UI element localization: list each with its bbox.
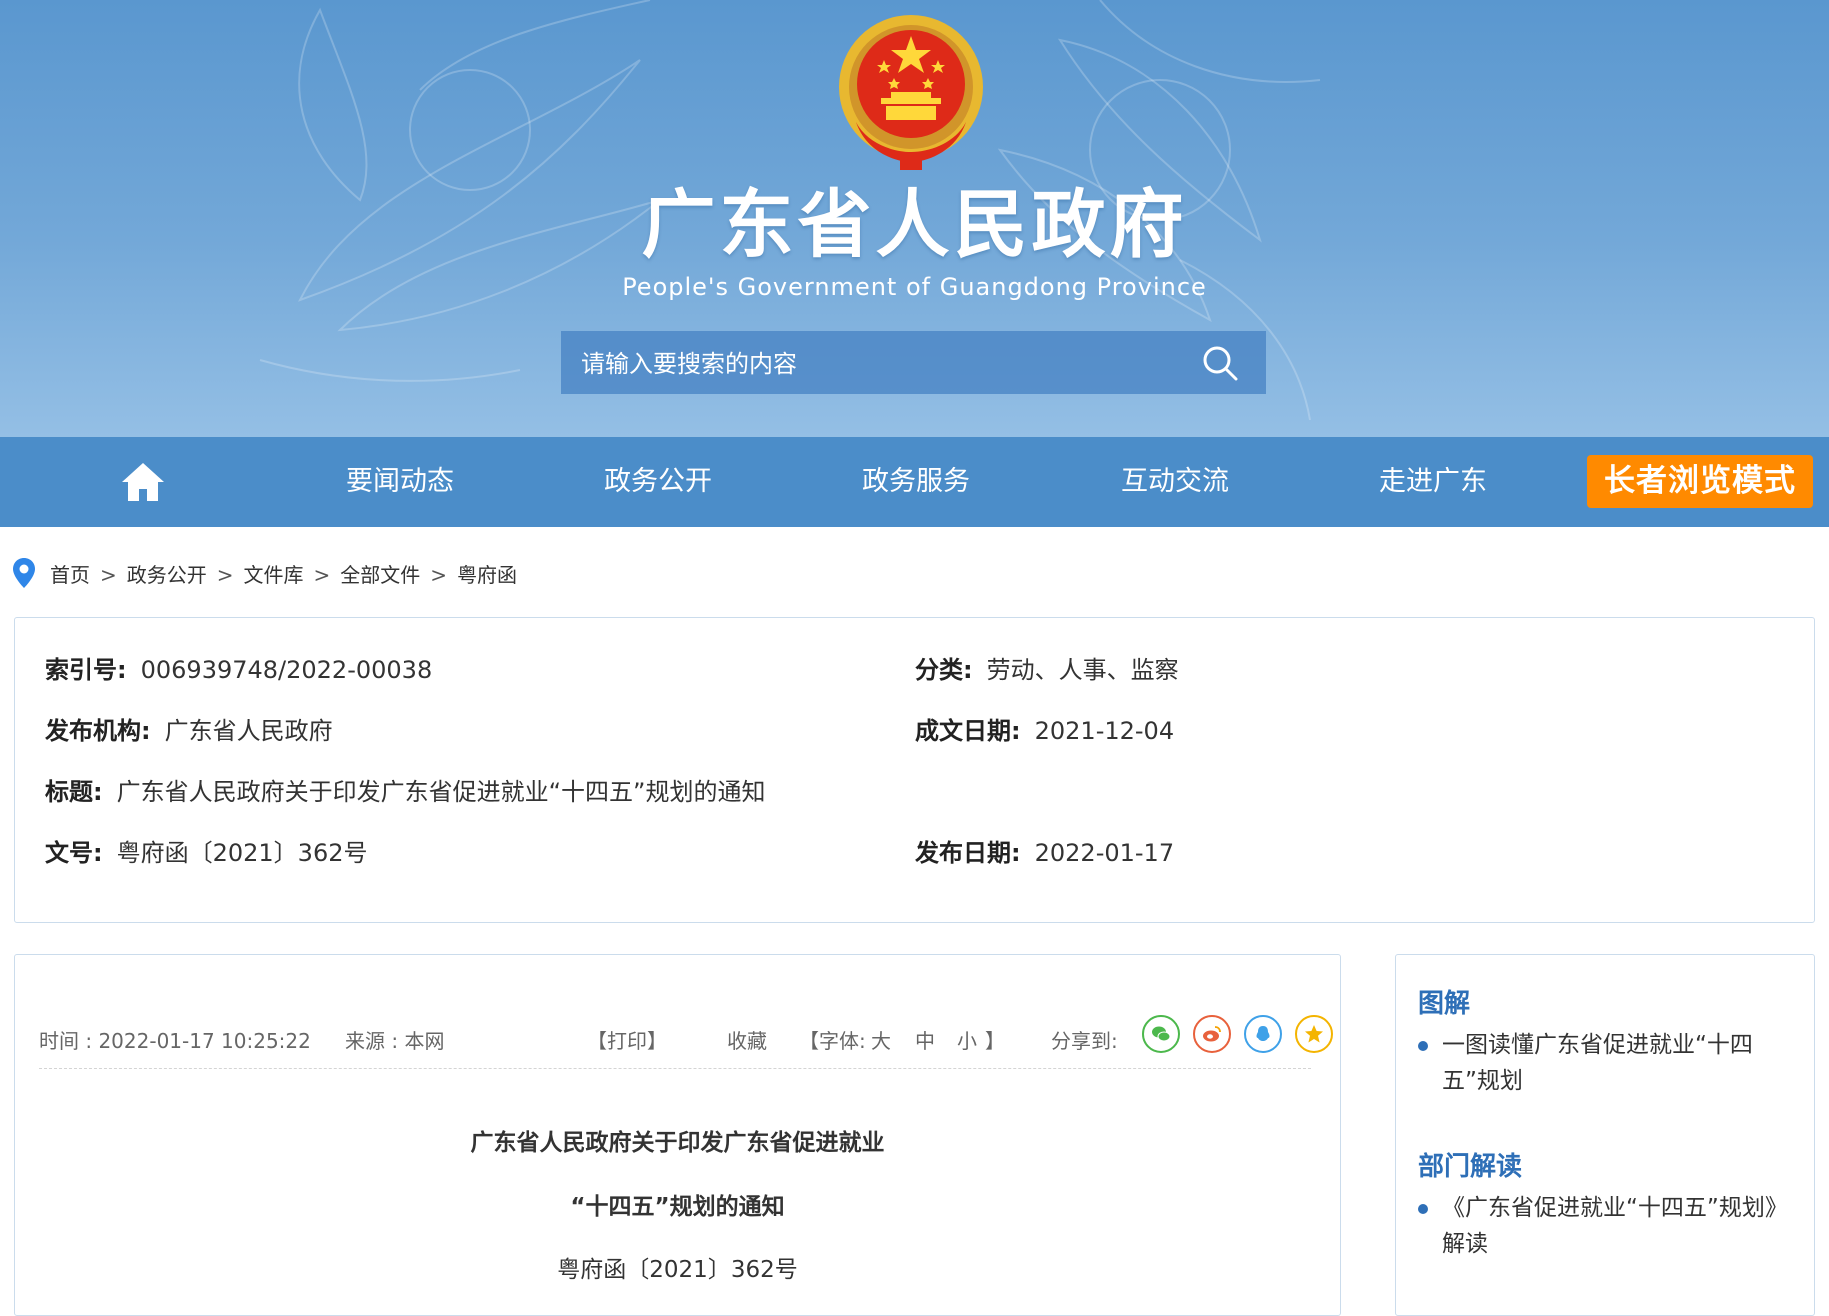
share-label: 分享到: [1051,1029,1118,1053]
nav-item-about[interactable]: 走进广东 [1333,437,1533,527]
sidebar-section-infographic: 图解 [1418,989,1471,1019]
share-weibo-button[interactable] [1193,1015,1231,1053]
nav-item-gov-affairs[interactable]: 政务公开 [558,437,758,527]
meta-written-date: 成文日期: 2021-12-04 [915,717,1175,745]
meta-publish-date: 发布日期: 2022-01-17 [915,839,1175,867]
font-medium-button[interactable]: 中 [915,1025,935,1054]
related-sidebar: 图解 一图读懂广东省促进就业“十四五”规划 部门解读 《广东省促进就业“十四五”… [1395,954,1815,1316]
toolbar-divider [39,1068,1311,1069]
breadcrumb-gov-affairs[interactable]: 政务公开 [127,563,207,587]
nav-item-services[interactable]: 政务服务 [816,437,1016,527]
sidebar-section-interpretation: 部门解读 [1418,1152,1523,1182]
sidebar-link-interpretation[interactable]: 《广东省促进就业“十四五”规划》解读 [1418,1190,1798,1262]
breadcrumb-all-docs[interactable]: 全部文件 [340,563,420,587]
article-toolbar: 时间 : 2022-01-17 10:25:22 来源 : 本网 【打印】 收藏… [39,1015,1333,1059]
print-button[interactable]: 【打印】 [587,1025,667,1054]
favorite-button[interactable]: 收藏 [727,1025,767,1054]
source: 来源 : 本网 [345,1029,445,1053]
nav-item-news[interactable]: 要闻动态 [300,437,500,527]
meta-doc-number: 文号: 粤府函〔2021〕362号 [45,839,368,867]
share-qq-button[interactable] [1244,1015,1282,1053]
elder-mode-button[interactable]: 长者浏览模式 [1587,455,1813,508]
document-metadata: 索引号: 006939748/2022-00038 分类: 劳动、人事、监察 发布机… [14,617,1815,923]
meta-index: 索引号: 006939748/2022-00038 [45,656,433,684]
font-size-end: 】 [985,1029,1005,1053]
wechat-icon [1152,1026,1171,1042]
header-banner: 广东省人民政府 People's Government of Guangdong… [0,0,1829,437]
national-emblem-icon [839,15,983,170]
site-title: 广东省人民政府 [641,182,1188,268]
sidebar-link-infographic[interactable]: 一图读懂广东省促进就业“十四五”规划 [1418,1027,1798,1099]
nav-item-interaction[interactable]: 互动交流 [1075,437,1275,527]
share-wechat-button[interactable] [1142,1015,1180,1053]
article-title-line1: 广东省人民政府关于印发广东省促进就业 [470,1130,885,1156]
article-doc-number: 粤府函〔2021〕362号 [557,1257,798,1283]
meta-publisher: 发布机构: 广东省人民政府 [45,717,333,745]
weibo-icon [1203,1026,1221,1042]
bullet-icon [1418,1041,1428,1051]
breadcrumb-current[interactable]: 粤府函 [457,563,517,587]
font-small-button[interactable]: 小 [957,1025,977,1054]
share-qzone-button[interactable] [1295,1015,1333,1053]
breadcrumb-home[interactable]: 首页 [50,563,90,587]
qq-icon [1256,1026,1270,1041]
search-input[interactable] [561,331,1203,396]
font-large-button[interactable]: 大 [871,1025,891,1054]
search-icon[interactable] [1202,345,1238,381]
article-panel: 时间 : 2022-01-17 10:25:22 来源 : 本网 【打印】 收藏… [14,954,1341,1316]
star-icon [1305,1025,1323,1043]
font-size-label: 【字体: [799,1029,866,1053]
main-nav: 要闻动态 政务公开 政务服务 互动交流 走进广东 [0,437,1829,527]
breadcrumb-doc-library[interactable]: 文件库 [244,563,304,587]
article-title-line2: “十四五”规划的通知 [570,1194,785,1220]
publish-time: 时间 : 2022-01-17 10:25:22 [39,1029,311,1053]
location-pin-icon [13,558,35,588]
meta-category: 分类: 劳动、人事、监察 [915,656,1179,684]
site-subtitle: People's Government of Guangdong Provinc… [622,273,1207,301]
meta-title: 标题: 广东省人民政府关于印发广东省促进就业“十四五”规划的通知 [45,778,766,806]
search-bar [561,331,1266,396]
home-icon[interactable] [120,459,166,505]
bullet-icon [1418,1204,1428,1214]
